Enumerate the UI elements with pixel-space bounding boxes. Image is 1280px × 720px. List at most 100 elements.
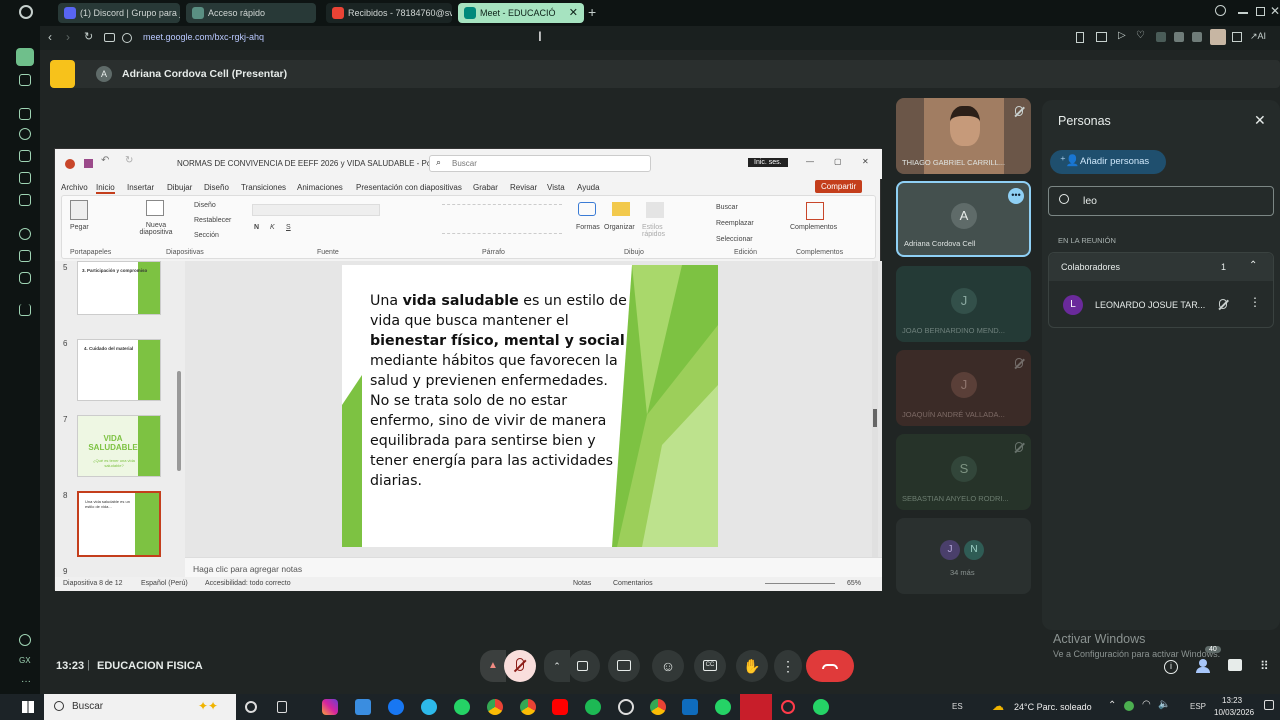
participant-tile-video[interactable]: THIAGO GABRIEL CARRILL... xyxy=(896,98,1031,174)
share-button[interactable]: Compartir xyxy=(815,180,863,193)
keyboard-layout[interactable]: ESP xyxy=(1190,702,1206,711)
chatgpt-app-icon[interactable] xyxy=(618,699,634,715)
menu-grabar[interactable]: Grabar xyxy=(473,183,498,192)
activities-icon[interactable]: ⠿ xyxy=(1260,659,1269,673)
select-button[interactable]: Seleccionar xyxy=(716,236,753,243)
slide-thumbnail-8-selected[interactable]: Una vida saludable es un estilo de vida.… xyxy=(77,491,161,557)
underline-icon[interactable]: S xyxy=(286,224,291,231)
quick-styles-button[interactable]: Estilos rápidos xyxy=(642,224,670,238)
clock-time[interactable]: 13:23 xyxy=(1222,696,1242,705)
new-tab-icon[interactable]: + xyxy=(588,4,596,20)
font-name-field[interactable] xyxy=(252,204,380,216)
workspace-icon[interactable] xyxy=(16,48,34,66)
minimize-icon[interactable] xyxy=(1238,12,1248,14)
menu-animaciones[interactable]: Animaciones xyxy=(297,183,343,192)
leave-call-button[interactable] xyxy=(806,650,854,682)
whatsapp-business-icon[interactable] xyxy=(813,699,829,715)
chat-icon[interactable] xyxy=(1228,659,1242,671)
extension-1-icon[interactable] xyxy=(1156,32,1166,42)
camera-permission-icon[interactable] xyxy=(104,33,115,42)
audio-options-chevron[interactable]: ▲ xyxy=(480,650,506,682)
tab-discord[interactable]: (1) Discord | Grupo para ju xyxy=(58,3,180,23)
tab-meet[interactable]: Meet - EDUCACIÓ ✕ xyxy=(458,3,584,23)
news-icon[interactable] xyxy=(19,172,31,184)
edge-icon[interactable] xyxy=(421,699,437,715)
reactions-button[interactable]: ☺ xyxy=(652,650,684,682)
add-people-button[interactable]: ⁺👤 Añadir personas xyxy=(1050,150,1166,174)
search-icon[interactable] xyxy=(1215,5,1226,16)
addins-icon[interactable] xyxy=(806,202,824,220)
chrome-icon[interactable] xyxy=(487,699,503,715)
more-icon[interactable]: ··· xyxy=(21,676,31,687)
menu-presentacion[interactable]: Presentación con diapositivas xyxy=(356,183,462,192)
volume-icon[interactable]: 🔈 xyxy=(1158,699,1170,710)
section-button[interactable]: Sección xyxy=(194,232,219,239)
cortana-icon[interactable] xyxy=(245,701,257,713)
collaborators-header[interactable]: Colaboradores 1 ⌃ xyxy=(1049,253,1273,281)
thumb-scrollbar[interactable] xyxy=(177,371,181,471)
accessibility-status[interactable]: Accesibilidad: todo correcto xyxy=(205,577,291,591)
opera-logo-icon[interactable] xyxy=(19,5,33,19)
video-options-chevron[interactable]: ⌃ xyxy=(544,650,570,682)
shapes-icon[interactable] xyxy=(578,202,596,216)
new-slide-button[interactable]: Nueva diapositiva xyxy=(134,222,178,236)
mail-icon[interactable] xyxy=(682,699,698,715)
menu-revisar[interactable]: Revisar xyxy=(510,183,537,192)
participant-tile-joaquin[interactable]: J JOAQUÍN ANDRÉ VALLADA... xyxy=(896,350,1031,426)
paste-button[interactable]: Pegar xyxy=(70,224,89,231)
tray-app-icon[interactable] xyxy=(1124,701,1134,711)
messenger-icon[interactable] xyxy=(19,108,31,120)
tab-gmail[interactable]: Recibidos - 78184760@sv xyxy=(326,3,452,23)
paragraph-tools[interactable] xyxy=(442,204,562,234)
spotify-icon[interactable] xyxy=(585,699,601,715)
menu-insertar[interactable]: Insertar xyxy=(127,183,154,192)
task-view-icon[interactable] xyxy=(277,701,287,713)
signin-button[interactable]: Inic. ses. xyxy=(748,158,788,167)
captions-button[interactable]: CC xyxy=(694,650,726,682)
scroll-thumb[interactable] xyxy=(873,409,877,427)
undo-icon[interactable]: ↶ xyxy=(101,155,109,166)
active-app-highlight[interactable] xyxy=(740,694,772,720)
snapshot-icon[interactable] xyxy=(1096,32,1107,42)
close-tab-icon[interactable]: ✕ xyxy=(569,3,578,23)
chevron-up-icon[interactable]: ⌃ xyxy=(1249,260,1257,271)
language-indicator[interactable]: ES xyxy=(952,702,963,711)
ai-icon[interactable]: ↗AI xyxy=(1250,31,1266,42)
clock-date[interactable]: 10/03/2026 xyxy=(1214,708,1254,717)
opera-gx-icon[interactable] xyxy=(781,700,795,714)
notes-pane[interactable]: Haga clic para agregar notas xyxy=(185,557,882,579)
bag-icon[interactable] xyxy=(19,150,31,162)
menu-vista[interactable]: Vista xyxy=(547,183,565,192)
taskbar-search-box[interactable]: Buscar ✦✦ xyxy=(44,694,236,720)
history-icon[interactable] xyxy=(19,128,31,140)
mic-toggle-button[interactable] xyxy=(504,650,536,682)
member-more-icon[interactable]: ⋮ xyxy=(1249,295,1261,309)
addins-button[interactable]: Complementos xyxy=(790,224,837,231)
menu-archivo[interactable]: Archivo xyxy=(61,183,88,192)
participant-tile-adriana[interactable]: A ••• Adriana Cordova Cell xyxy=(896,181,1031,257)
menu-transiciones[interactable]: Transiciones xyxy=(241,183,286,192)
minimize-icon[interactable]: — xyxy=(806,157,814,166)
restore-icon[interactable]: ▢ xyxy=(834,157,842,166)
bookmark-icon[interactable] xyxy=(1076,32,1084,43)
slide-thumbnail-7[interactable]: VIDA SALUDABLE ¿Qué es tener una vida sa… xyxy=(77,415,161,477)
reset-button[interactable]: Restablecer xyxy=(194,217,231,224)
find-button[interactable]: Buscar xyxy=(716,204,738,211)
close-icon[interactable]: ✕ xyxy=(862,157,869,166)
profile-avatar[interactable] xyxy=(1210,29,1226,45)
url-text[interactable]: meet.google.com/bxc-rgkj-ahq xyxy=(143,32,264,42)
slide-thumbnail-6[interactable]: 4. Cuidado del material xyxy=(77,339,161,401)
heart-icon[interactable]: ♡ xyxy=(1136,30,1145,41)
shapes-button[interactable]: Formas xyxy=(576,224,600,231)
raise-hand-button[interactable]: ✋ xyxy=(736,650,768,682)
arrange-icon[interactable] xyxy=(612,202,630,216)
whatsapp-icon[interactable] xyxy=(454,699,470,715)
menu-inicio[interactable]: Inicio xyxy=(96,183,115,194)
arrange-button[interactable]: Organizar xyxy=(604,224,635,231)
bold-icon[interactable]: N xyxy=(254,224,259,231)
menu-diseno[interactable]: Diseño xyxy=(204,183,229,192)
member-row[interactable]: L LEONARDO JOSUE TAR... ⋮ xyxy=(1049,281,1273,327)
participant-tile-more[interactable]: J N 34 más xyxy=(896,518,1031,594)
back-icon[interactable]: ‹ xyxy=(48,30,52,44)
new-slide-icon[interactable] xyxy=(146,200,164,216)
